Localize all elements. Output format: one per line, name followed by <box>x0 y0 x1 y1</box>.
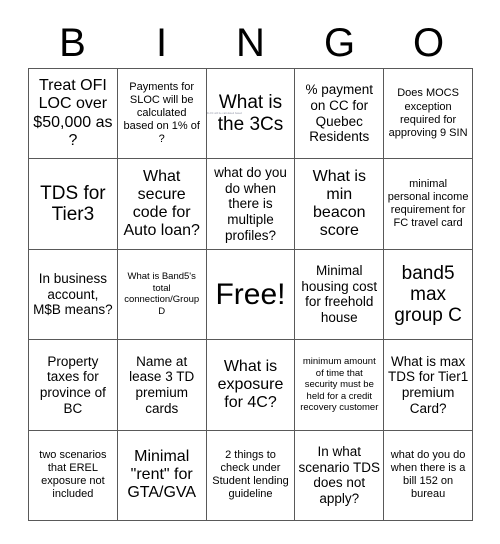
bingo-cell-i2[interactable]: What secure code for Auto loan? <box>117 159 207 250</box>
bingo-cell-text: What is min beacon score <box>312 167 366 240</box>
bingo-cell-o5[interactable]: what do you do when there is a bill 152 … <box>384 430 473 521</box>
bingo-cell-i5[interactable]: Minimal "rent" for GTA/GVA <box>117 430 207 521</box>
bingo-cell-i3[interactable]: What is Band5's total connection/Group D <box>117 249 207 341</box>
bingo-cell-o2[interactable]: minimal personal income requirement for … <box>384 159 473 250</box>
bingo-grid: Treat OFI LOC over $50,000 as ? Payments… <box>28 68 473 521</box>
bingo-cell-text: What is Band5's total connection/Group D <box>124 271 200 318</box>
bingo-cell-text: What secure code for Auto loan? <box>123 167 200 240</box>
header-letter-n: N <box>236 21 265 65</box>
bingo-cell-b3[interactable]: In business account, M$B means? <box>29 249 118 341</box>
bingo-cell-text: Treat OFI LOC over $50,000 as ? <box>33 77 113 149</box>
bingo-cell-text: band5 max group C <box>394 262 462 327</box>
header-letter-b: B <box>59 21 86 65</box>
bingo-cell-text: What is exposure for 4C? <box>217 357 284 411</box>
bingo-card: B I N G O Treat OFI LOC over $50,000 as … <box>0 0 500 544</box>
header-letter-o: O <box>412 21 445 65</box>
bingo-cell-text: what do you do when there is a bill 152 … <box>390 448 466 501</box>
bingo-cell-text: % payment on CC for Quebec Residents <box>305 82 374 145</box>
bingo-cell-text: What is the 3Cs <box>217 92 284 135</box>
bingo-cell-o1[interactable]: Does MOCS exception required for approvi… <box>384 69 473 160</box>
bingo-cell-text: TDS for Tier3 <box>40 182 106 226</box>
bingo-cell-text: Free! <box>215 277 286 311</box>
bingo-cell-text: What is max TDS for Tier1 premium Card? <box>387 353 469 416</box>
bingo-cell-text: two scenarios that EREL exposure not inc… <box>39 448 107 501</box>
bingo-cell-b5[interactable]: two scenarios that EREL exposure not inc… <box>29 430 118 521</box>
bingo-cell-text: 2 things to check under Student lending … <box>212 448 289 501</box>
bingo-cell-n5[interactable]: 2 things to check under Student lending … <box>206 430 296 521</box>
bingo-cell-text: what do you do when there is multiple pr… <box>214 164 287 243</box>
bingo-cell-i1[interactable]: Payments for SLOC will be calculated bas… <box>117 69 207 160</box>
bingo-cell-o4[interactable]: What is max TDS for Tier1 premium Card? <box>384 340 473 431</box>
bingo-cell-b1[interactable]: Treat OFI LOC over $50,000 as ? <box>29 69 118 160</box>
header-letter-i: I <box>155 21 168 65</box>
bingo-cell-text: Payments for SLOC will be calculated bas… <box>123 80 200 146</box>
bingo-cell-b2[interactable]: TDS for Tier3 <box>29 159 118 250</box>
bingo-cell-text: Minimal housing cost for freehold house <box>301 263 378 326</box>
bingo-cell-text: Name at lease 3 TD premium cards <box>129 353 195 416</box>
bingo-cell-free-space[interactable]: Free! <box>206 249 296 341</box>
bingo-header-row: B I N G O <box>28 18 473 68</box>
bingo-cell-text: Does MOCS exception required for approvi… <box>388 87 468 139</box>
bingo-cell-g4[interactable]: minimum amount of time that security mus… <box>295 340 385 431</box>
bingo-cell-i4[interactable]: Name at lease 3 TD premium cards <box>117 340 207 431</box>
bingo-cell-text: minimum amount of time that security mus… <box>300 355 379 414</box>
bingo-cell-o3[interactable]: band5 max group C <box>384 249 473 341</box>
bingo-cell-g3[interactable]: Minimal housing cost for freehold house <box>295 249 385 341</box>
bingo-cell-text: In what scenario TDS does not apply? <box>298 443 381 506</box>
bingo-cell-b4[interactable]: Property taxes for province of BC <box>29 340 118 431</box>
bingo-cell-n2[interactable]: what do you do when there is multiple pr… <box>206 159 296 250</box>
header-letter-g: G <box>323 21 356 65</box>
bingo-cell-g1[interactable]: % payment on CC for Quebec Residents <box>295 69 385 160</box>
bingo-cell-text: In business account, M$B means? <box>33 271 113 318</box>
bingo-cell-n4[interactable]: What is exposure for 4C? <box>206 340 296 431</box>
bingo-cell-text: Property taxes for province of BC <box>39 353 106 416</box>
bingo-cell-n1[interactable]: Payments for SLOC will be calculated bas… <box>206 69 296 160</box>
bingo-cell-text: Minimal "rent" for GTA/GVA <box>127 447 197 502</box>
bingo-cell-g2[interactable]: What is min beacon score <box>295 159 385 250</box>
bingo-cell-text: minimal personal income requirement for … <box>387 177 469 230</box>
bingo-cell-g5[interactable]: In what scenario TDS does not apply? <box>295 430 385 521</box>
